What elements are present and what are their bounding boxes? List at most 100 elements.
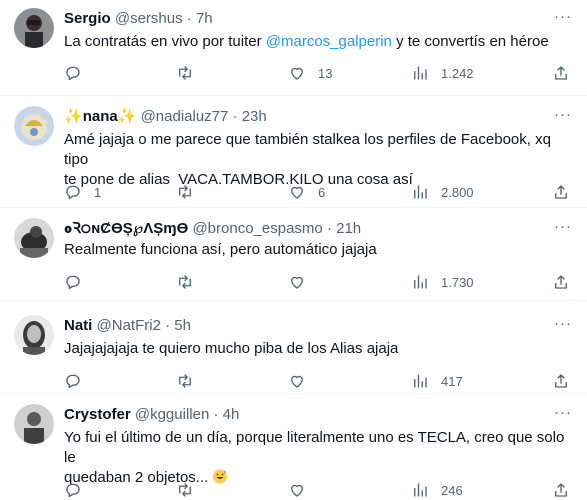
name-emoji: ✨ [117,108,137,125]
avatar[interactable] [14,106,54,146]
retweet-icon [179,275,191,289]
tweet-actions: 246 [56,480,576,500]
retweet-button[interactable] [176,182,206,202]
more-icon[interactable]: ··· [553,405,573,426]
tweet-text: Amé jajaja o me parece que también stalk… [64,130,574,190]
share-icon [555,483,567,497]
retweet-icon [179,483,191,497]
retweet-icon [179,66,191,80]
tweet-text-part: La contratás en vivo por tuiter [64,33,266,50]
like-button[interactable] [288,371,318,391]
like-count: 6 [318,184,326,200]
views-count: 417 [441,373,463,389]
retweet-button[interactable] [176,63,206,83]
tweet-sergio[interactable]: Sergio @sershus · 7h ··· La contratás en… [0,0,587,96]
views-count: 2.800 [441,184,474,200]
views-button[interactable]: 417 [411,371,463,391]
like-icon [291,67,303,80]
like-button[interactable]: 6 [288,182,325,202]
share-icon [555,66,567,80]
like-icon [291,276,303,289]
tweet-actions: 1 6 2.800 [56,182,576,202]
reply-icon [66,483,80,498]
tweet-header: Crystofer @kgguillen · 4h [64,405,239,425]
timestamp[interactable]: 7h [196,10,213,27]
views-icon [414,374,427,388]
more-icon[interactable]: ··· [553,316,573,337]
retweet-button[interactable] [176,371,206,391]
views-button[interactable]: 1.242 [411,63,474,83]
share-button[interactable] [552,63,570,83]
more-icon[interactable]: ··· [553,219,573,240]
author-handle[interactable]: @nadialuz77 [141,108,229,125]
author-name[interactable]: Crystofer [64,406,131,423]
reply-icon [66,374,80,389]
views-button[interactable]: 246 [411,480,463,500]
share-button[interactable] [552,182,570,202]
views-count: 246 [441,482,463,498]
author-name-text: nana [82,108,118,125]
share-icon [555,275,567,289]
reply-button[interactable] [64,272,94,292]
tweet-header: ߋꝚ੦ɴȻϴȘ℘ɅȘɱϴ @bronco_espasmo · 21h [64,219,361,239]
separator: · [232,108,238,125]
avatar[interactable] [14,8,54,48]
share-button[interactable] [552,480,570,500]
views-count: 1.242 [441,65,474,81]
like-icon [291,186,303,199]
more-icon[interactable]: ··· [553,9,573,30]
avatar[interactable] [14,218,54,258]
views-icon [414,66,427,80]
reply-button[interactable]: 1 [64,182,101,202]
author-handle[interactable]: @kgguillen [135,406,209,423]
author-name[interactable]: ߋꝚ੦ɴȻϴȘ℘ɅȘɱϴ [64,220,188,237]
separator: · [165,317,171,334]
name-emoji: ✨ [64,108,83,125]
tweet-text: Realmente funciona así, pero automático … [64,241,377,258]
author-name[interactable]: Sergio [64,10,111,27]
views-button[interactable]: 1.730 [411,272,474,292]
author-handle[interactable]: @sershus [115,10,183,27]
share-icon [555,185,567,199]
timestamp[interactable]: 4h [223,406,240,423]
tweet-nana[interactable]: ✨nana✨ @nadialuz77 · 23h ··· Amé jajaja … [0,96,587,208]
views-count: 1.730 [441,274,474,290]
views-icon [414,275,427,289]
mention-link[interactable]: @marcos_galperin [266,33,392,50]
author-handle[interactable]: @bronco_espasmo [192,220,322,237]
reply-button[interactable] [64,63,94,83]
tweet-crystofer[interactable]: Crystofer @kgguillen · 4h ··· Yo fui el … [0,394,587,500]
author-handle[interactable]: @NatFri2 [97,317,161,334]
like-button[interactable]: 13 [288,63,332,83]
share-button[interactable] [552,371,570,391]
reply-count: 1 [94,184,102,200]
tweet-header: Nati @NatFri2 · 5h [64,316,191,336]
share-button[interactable] [552,272,570,292]
avatar[interactable] [14,315,54,355]
like-button[interactable] [288,480,318,500]
tweet-actions: 13 1.242 [56,63,576,83]
author-name[interactable]: Nati [64,317,92,334]
tweet-text: Jajajajajaja te quiero mucho piba de los… [64,340,399,357]
timestamp[interactable]: 23h [242,108,267,125]
tweet-text-line: Yo fui el último de un día, porque liter… [64,429,565,466]
reply-icon [66,66,80,81]
like-button[interactable] [288,272,318,292]
more-icon[interactable]: ··· [553,107,573,128]
tweet-header: ✨nana✨ @nadialuz77 · 23h [64,107,267,127]
author-name[interactable]: ✨nana✨ [64,108,136,125]
timestamp[interactable]: 21h [336,220,361,237]
tweet-actions: 1.730 [56,272,576,292]
views-button[interactable]: 2.800 [411,182,474,202]
tweet-nati[interactable]: Nati @NatFri2 · 5h ··· Jajajajajaja te q… [0,301,587,394]
reply-button[interactable] [64,371,94,391]
retweet-button[interactable] [176,480,206,500]
timestamp[interactable]: 5h [174,317,191,334]
retweet-button[interactable] [176,272,206,292]
tweet-bronco[interactable]: ߋꝚ੦ɴȻϴȘ℘ɅȘɱϴ @bronco_espasmo · 21h ··· R… [0,208,587,301]
avatar[interactable] [14,404,54,444]
retweet-icon [179,374,191,388]
tweet-header: Sergio @sershus · 7h [64,9,213,29]
reply-button[interactable] [64,480,94,500]
reply-icon [66,275,80,290]
